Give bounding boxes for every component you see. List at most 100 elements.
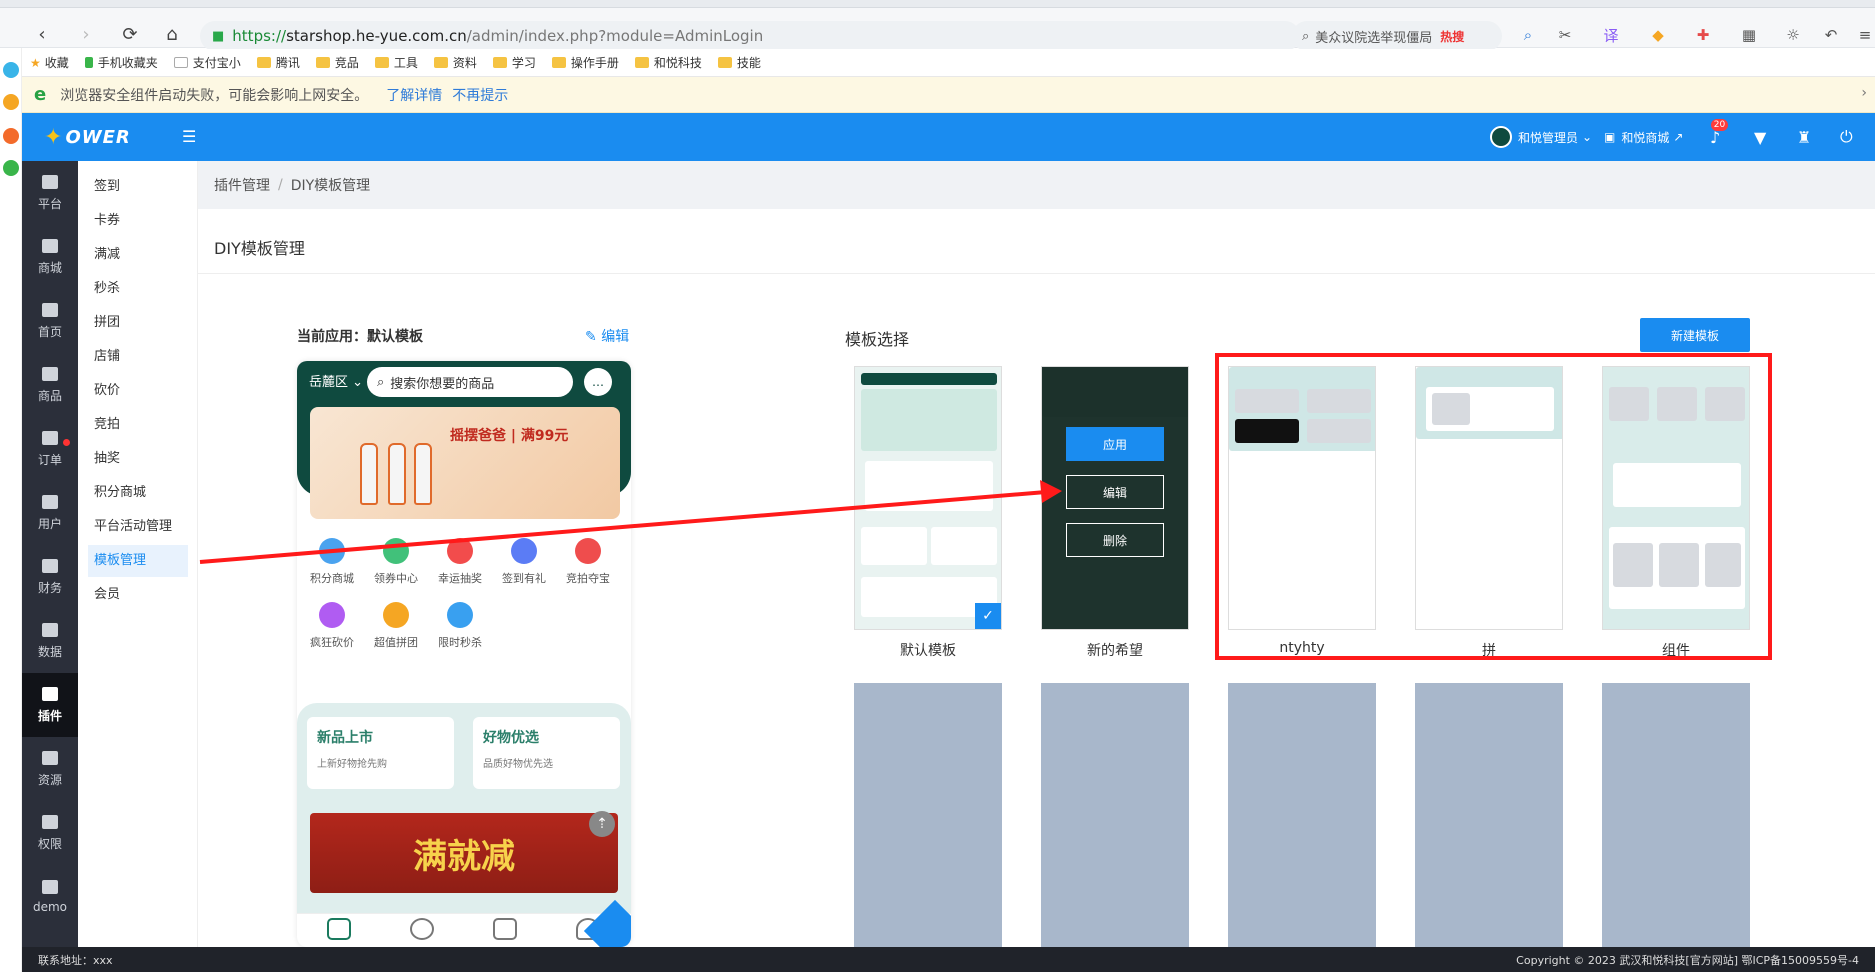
- template-card-hope[interactable]: 应用 编辑 删除: [1041, 366, 1189, 630]
- shield-icon[interactable]: ◆: [1645, 22, 1671, 48]
- sidebar-item-goods[interactable]: 商品: [22, 353, 78, 417]
- tab-cart-icon[interactable]: [493, 918, 517, 940]
- bookmark-5[interactable]: 工具: [374, 54, 418, 71]
- browser-search[interactable]: ⌕ 美众议院选举现僵局 热搜: [1292, 21, 1502, 51]
- new-template-button[interactable]: 新建模板: [1640, 318, 1750, 352]
- submenu-item[interactable]: 抽奖: [88, 443, 188, 475]
- user-menu[interactable]: 和悦管理员 ⌄: [1490, 113, 1592, 161]
- back-icon[interactable]: ‹: [28, 20, 56, 48]
- sidebar-item-users[interactable]: 用户: [22, 481, 78, 545]
- url-bar[interactable]: ■ https:// starshop.he-yue.com.cn /admin…: [200, 21, 1300, 51]
- external-link-icon: ↗: [1673, 130, 1684, 144]
- bookmark-9[interactable]: 和悦科技: [634, 54, 702, 71]
- menu-toggle-icon[interactable]: ☰: [182, 127, 196, 146]
- shirt-icon[interactable]: ▼: [1754, 113, 1766, 161]
- breadcrumb-parent[interactable]: 插件管理: [214, 175, 270, 195]
- grid-item[interactable]: 超值拼团: [365, 602, 427, 650]
- promo-card-new[interactable]: 新品上市 上新好物抢先购: [307, 717, 454, 789]
- app-icon[interactable]: [3, 94, 19, 110]
- footer-copyright[interactable]: Copyright © 2023 武汉和悦科技[官方网站] 鄂ICP备15009…: [1516, 952, 1859, 968]
- bookmark-2[interactable]: 支付宝小: [173, 54, 241, 71]
- menu-icon[interactable]: ≡: [1852, 22, 1875, 48]
- notice-dismiss-link[interactable]: 不再提示: [452, 85, 508, 105]
- sidebar-item-permissions[interactable]: 权限: [22, 801, 78, 865]
- translate-icon[interactable]: 译: [1598, 22, 1624, 48]
- coupon-icon: [383, 538, 409, 564]
- edit-template-button[interactable]: 编辑: [1066, 475, 1164, 509]
- grid-item[interactable]: 幸运抽奖: [429, 538, 491, 586]
- grid-item[interactable]: 限时秒杀: [429, 602, 491, 650]
- bookmark-7[interactable]: 学习: [492, 54, 536, 71]
- back-to-top-icon[interactable]: ⇡: [589, 811, 615, 837]
- sidebar-item-orders[interactable]: 订单: [22, 417, 78, 481]
- shield-icon: [42, 814, 58, 829]
- submenu-item[interactable]: 砍价: [88, 375, 188, 407]
- app-logo[interactable]: ✦ OWER: [44, 113, 164, 161]
- grid-item[interactable]: 竞拍夺宝: [557, 538, 619, 586]
- sidebar-item-resources[interactable]: 资源: [22, 737, 78, 801]
- home-icon[interactable]: ⌂: [158, 20, 186, 48]
- shop-link[interactable]: ▣ 和悦商城 ↗: [1604, 113, 1683, 161]
- message-icon[interactable]: …: [584, 368, 612, 396]
- sidebar-item-plugins[interactable]: 插件: [22, 673, 78, 737]
- submenu-item[interactable]: 签到: [88, 171, 188, 203]
- sidebar-item-platform[interactable]: 平台: [22, 161, 78, 225]
- submenu-item[interactable]: 竞拍: [88, 409, 188, 441]
- edit-current-link[interactable]: ✎ 编辑: [585, 326, 629, 346]
- bookmark-4[interactable]: 竞品: [315, 54, 359, 71]
- sidebar-item-mall[interactable]: 商城: [22, 225, 78, 289]
- sidebar-item-demo[interactable]: demo: [22, 865, 78, 929]
- tab-home-icon[interactable]: [327, 918, 351, 940]
- bookmark-1[interactable]: 手机收藏夹: [84, 54, 158, 71]
- delete-template-button[interactable]: 删除: [1066, 523, 1164, 557]
- submenu-item[interactable]: 满减: [88, 239, 188, 271]
- undo-icon[interactable]: ↶: [1818, 22, 1844, 48]
- bookmark-6[interactable]: 资料: [433, 54, 477, 71]
- submenu-item[interactable]: 积分商城: [88, 477, 188, 509]
- grid-icon[interactable]: ▦: [1736, 22, 1762, 48]
- power-icon[interactable]: ⏻: [1840, 113, 1853, 161]
- promo-card-selected[interactable]: 好物优选 品质好物优先选: [473, 717, 620, 789]
- grid-item[interactable]: 领券中心: [365, 538, 427, 586]
- app-icon[interactable]: [3, 62, 19, 78]
- brightness-icon[interactable]: ☼: [1780, 22, 1806, 48]
- reload-icon[interactable]: ⟳: [116, 20, 144, 48]
- puzzle-icon: [42, 686, 58, 701]
- app-icon[interactable]: [3, 160, 19, 176]
- stamp-icon[interactable]: ♜: [1797, 113, 1811, 161]
- bookmark-3[interactable]: 腾讯: [256, 54, 300, 71]
- submenu-item[interactable]: 卡券: [88, 205, 188, 237]
- sale-banner[interactable]: 满就减: [310, 813, 618, 893]
- sidebar-item-home[interactable]: 首页: [22, 289, 78, 353]
- grid-item[interactable]: 疯狂砍价: [301, 602, 363, 650]
- forward-icon[interactable]: ›: [72, 20, 100, 48]
- submenu-item-template-manage[interactable]: 模板管理: [88, 545, 188, 577]
- template-placeholder: [1228, 683, 1376, 947]
- grid-item[interactable]: 积分商城: [301, 538, 363, 586]
- bookmark-8[interactable]: 操作手册: [551, 54, 619, 71]
- close-icon[interactable]: ›: [1861, 85, 1867, 101]
- submenu-item[interactable]: 会员: [88, 579, 188, 611]
- submenu-item[interactable]: 平台活动管理: [88, 511, 188, 543]
- notice-details-link[interactable]: 了解详情: [386, 85, 442, 105]
- bell-icon[interactable]: ♪ 20: [1710, 113, 1729, 161]
- game-icon[interactable]: ✚: [1690, 22, 1716, 48]
- bookmark-0[interactable]: ★ 收藏: [30, 54, 69, 71]
- sign-in-icon: [511, 538, 537, 564]
- app-icon[interactable]: [3, 128, 19, 144]
- sidebar-item-finance[interactable]: 财务: [22, 545, 78, 609]
- sidebar-item-data[interactable]: 数据: [22, 609, 78, 673]
- submenu-item[interactable]: 店铺: [88, 341, 188, 373]
- grid-item[interactable]: 签到有礼: [493, 538, 555, 586]
- scissors-icon[interactable]: ✂: [1552, 22, 1578, 48]
- bookmark-10[interactable]: 技能: [717, 54, 761, 71]
- phone-banner[interactable]: 摇摆爸爸 | 满99元: [310, 407, 620, 519]
- magnifier-icon[interactable]: ⌕: [1515, 22, 1541, 48]
- submenu-item[interactable]: 秒杀: [88, 273, 188, 305]
- apply-template-button[interactable]: 应用: [1066, 427, 1164, 461]
- submenu-item[interactable]: 拼团: [88, 307, 188, 339]
- tab-category-icon[interactable]: [410, 918, 434, 940]
- phone-search[interactable]: ⌕ 搜索你想要的商品: [367, 367, 573, 397]
- template-card-default[interactable]: ✓: [854, 366, 1002, 630]
- location-selector[interactable]: 岳麓区 ⌄: [309, 371, 363, 390]
